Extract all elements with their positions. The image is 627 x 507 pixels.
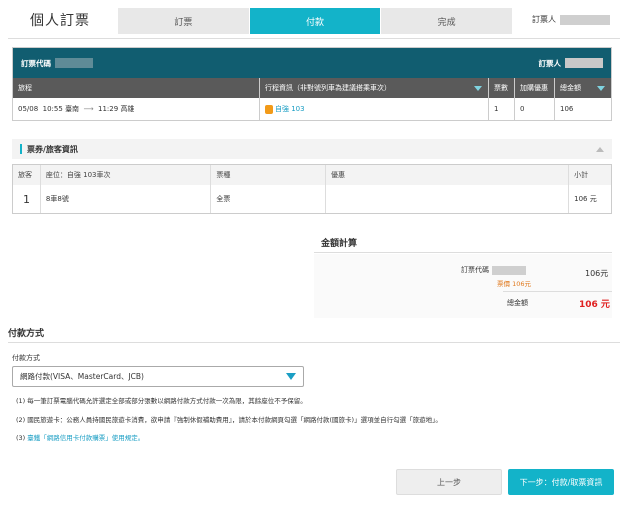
summary-box: [314, 254, 612, 318]
header-divider: [8, 38, 620, 39]
booker-name-redacted: [560, 14, 610, 25]
col-journey: 旅程: [13, 78, 260, 98]
section-marker: [20, 144, 22, 154]
arrow-icon: ⟶: [83, 105, 94, 113]
ticket-type-cell: 全票: [211, 185, 326, 213]
table-row: 1 8車8號 全票 106 元: [13, 185, 611, 213]
summary-divider: [314, 252, 612, 253]
passenger-section-label: 票券/旅客資訊: [27, 144, 78, 154]
col-seat: 座位：自強 103車次: [41, 165, 212, 185]
payment-divider: [8, 342, 620, 343]
prev-button[interactable]: 上一步: [396, 469, 502, 495]
col-addon: 加購優惠: [515, 78, 555, 98]
train-icon: [265, 104, 273, 114]
chevron-down-icon[interactable]: [474, 85, 482, 91]
summary-fare-note: 票價 106元: [497, 280, 531, 288]
grand-total-label: 總金額: [507, 299, 528, 307]
trip-table: 訂票代碼 訂票人 旅程 行程資訊（非對號列車為建議搭乘車次） 票數 加購優惠 總…: [12, 47, 612, 121]
addon-cell: 0: [515, 98, 555, 120]
train-link[interactable]: 自強 103: [275, 104, 305, 114]
trip-header: 訂票代碼 訂票人: [13, 48, 611, 78]
grand-total-value: 106 元: [579, 300, 610, 310]
payment-method-select[interactable]: 網路付款(VISA、MasterCard、JCB): [12, 366, 304, 387]
booker-info: 訂票人: [532, 14, 610, 25]
chevron-up-icon[interactable]: [596, 146, 604, 152]
booking-code-redacted: [55, 58, 93, 68]
summary-code-label: 訂票代碼: [461, 266, 489, 274]
col-discount: 優惠: [326, 165, 570, 185]
step-payment: 付款: [249, 8, 381, 34]
col-ticket-type: 票種: [211, 165, 326, 185]
passenger-section-header[interactable]: 票券/旅客資訊: [12, 139, 612, 159]
journey-cell: 05/08 10:55 臺南 ⟶ 11:29 高雄: [13, 98, 260, 120]
subtotal-cell: 106 元: [574, 195, 597, 203]
booker-label: 訂票人: [532, 15, 556, 24]
dropdown-arrow-icon[interactable]: [286, 373, 296, 380]
payment-note-2: (2) 國民旅遊卡：公務人員持國民旅遊卡消費，欲申請『強制休假補助費用』，請於本…: [16, 416, 442, 424]
booking-code-label: 訂票代碼: [21, 58, 51, 68]
col-total[interactable]: 總金額: [555, 78, 611, 98]
rules-link[interactable]: 臺鐵「網路信用卡付款購票」使用規定。: [27, 434, 144, 442]
passenger-no: 1: [13, 185, 41, 213]
trip-booker-label: 訂票人: [538, 58, 562, 68]
col-tickets: 票數: [489, 78, 515, 98]
payment-note-1: (1) 每一筆訂票電腦代碼允許選定全部或部分張數以網路付款方式付款一次為限，其餘…: [16, 397, 307, 405]
tickets-cell: 1: [489, 98, 515, 120]
passenger-table: 旅客 座位：自強 103車次 票種 優惠 小計 1 8車8號 全票 106 元: [12, 164, 612, 214]
summary-code-redacted: [492, 265, 526, 275]
payment-method-label: 付款方式: [12, 354, 40, 362]
progress-steps: 訂票 付款 完成: [118, 8, 513, 34]
summary-amount: 106元: [585, 269, 609, 278]
total-cell: 106: [560, 105, 574, 113]
summary-title: 金額計算: [321, 239, 358, 249]
payment-method-value: 網路付款(VISA、MasterCard、JCB): [20, 372, 144, 381]
step-complete: 完成: [381, 8, 513, 34]
summary-code: 訂票代碼: [461, 265, 526, 275]
chevron-down-icon[interactable]: [597, 85, 605, 91]
trip-booker-redacted: [565, 58, 603, 68]
trip-column-headers: 旅程 行程資訊（非對號列車為建議搭乘車次） 票數 加購優惠 總金額: [13, 78, 611, 98]
table-row: 05/08 10:55 臺南 ⟶ 11:29 高雄 自強 103 1 0 106: [13, 98, 611, 120]
page-title: 個人訂票: [30, 13, 90, 29]
train-cell[interactable]: 自強 103: [260, 98, 489, 120]
step-booking: 訂票: [118, 8, 249, 34]
col-passenger: 旅客: [13, 165, 41, 185]
payment-section-title: 付款方式: [8, 329, 45, 339]
col-subtotal: 小計: [574, 171, 589, 179]
passenger-column-headers: 旅客 座位：自強 103車次 票種 優惠 小計: [13, 165, 611, 185]
col-itinerary[interactable]: 行程資訊（非對號列車為建議搭乘車次）: [260, 78, 489, 98]
summary-grand-divider: [503, 291, 612, 292]
seat-cell: 8車8號: [41, 185, 212, 213]
discount-cell: [326, 185, 570, 213]
payment-note-3: (3) 臺鐵「網路信用卡付款購票」使用規定。: [16, 434, 145, 442]
next-button[interactable]: 下一步：付款/取票資訊: [508, 469, 614, 495]
